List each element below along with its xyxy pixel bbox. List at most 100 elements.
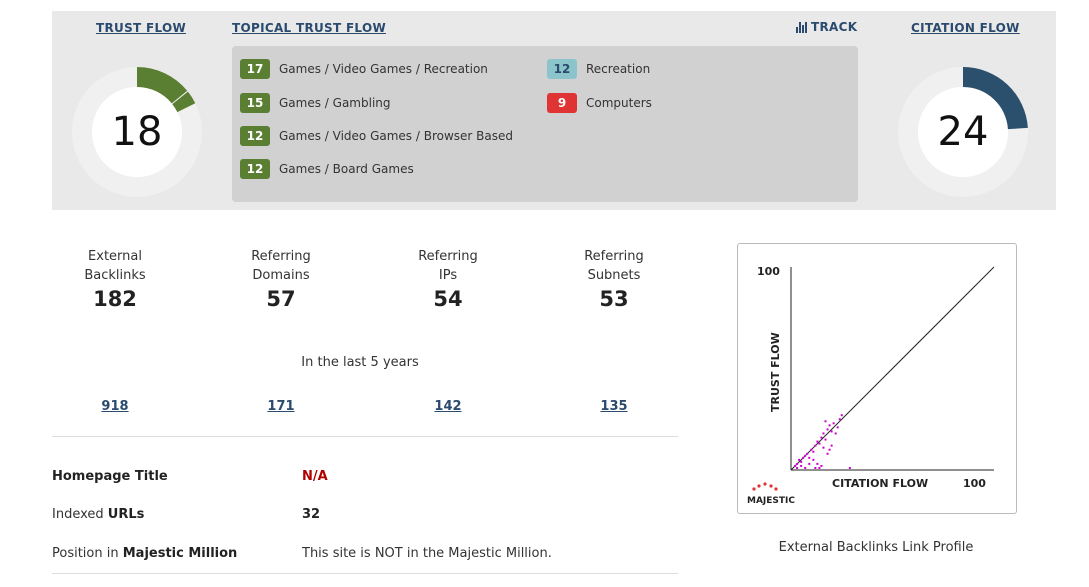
majestic-million-value: This site is NOT in the Majestic Million…	[302, 546, 552, 561]
homepage-title-value: N/A	[302, 469, 328, 484]
chart-caption: External Backlinks Link Profile	[778, 540, 974, 555]
scatter-point	[808, 456, 811, 459]
metric-value: 57	[266, 287, 296, 311]
metric-referring-subnets: Referring Subnets 53	[549, 247, 679, 311]
topic-item[interactable]: 12 Recreation	[547, 59, 650, 79]
topic-name: Games / Gambling	[279, 96, 391, 110]
citation-flow-heading[interactable]: CITATION FLOW	[911, 21, 1020, 35]
scatter-point	[802, 456, 805, 459]
y-axis-max-label: 100	[757, 265, 780, 278]
scatter-point	[848, 466, 851, 469]
topic-score-badge: 9	[547, 93, 577, 113]
historic-domains-link[interactable]: 171	[216, 399, 346, 414]
diagonal-line	[790, 266, 995, 471]
scatter-point	[830, 430, 833, 433]
scatter-point	[808, 462, 811, 465]
metric-value: 54	[433, 287, 463, 311]
scatter-point	[818, 442, 821, 445]
topic-item[interactable]: 12 Games / Video Games / Browser Based	[240, 126, 513, 146]
divider	[52, 436, 678, 437]
topic-item[interactable]: 17 Games / Video Games / Recreation	[240, 59, 488, 79]
scatter-point	[816, 462, 819, 465]
metric-value: 182	[93, 287, 137, 311]
trust-flow-gauge: 18	[71, 66, 203, 198]
scatter-point	[836, 426, 839, 429]
metric-label: Domains	[252, 268, 310, 283]
trust-flow-value: 18	[111, 109, 163, 155]
metric-label: Referring	[251, 249, 311, 264]
scatter-point	[828, 448, 831, 451]
scatter-point	[804, 454, 807, 457]
topic-name: Games / Board Games	[279, 162, 414, 176]
scatter-point	[812, 450, 815, 453]
scatter-point	[814, 466, 817, 469]
scatter-point	[810, 448, 813, 451]
metric-label: Referring	[418, 249, 478, 264]
scatter-point	[822, 432, 825, 435]
topic-score-badge: 12	[240, 126, 270, 146]
metric-referring-domains: Referring Domains 57	[216, 247, 346, 311]
scatter-point	[834, 432, 837, 435]
topic-item[interactable]: 12 Games / Board Games	[240, 159, 414, 179]
scatter-point	[824, 438, 827, 441]
historic-ips-link[interactable]: 142	[383, 399, 513, 414]
scatter-point	[804, 466, 807, 469]
topic-score-badge: 12	[547, 59, 577, 79]
topic-item[interactable]: 9 Computers	[547, 93, 652, 113]
majestic-million-label: Position in Majestic Million	[52, 546, 238, 561]
scatter-point	[826, 452, 829, 455]
topic-name: Computers	[586, 96, 652, 110]
historic-backlinks-link[interactable]: 918	[50, 399, 180, 414]
metric-label: IPs	[438, 268, 458, 283]
topic-name: Games / Video Games / Browser Based	[279, 129, 514, 143]
metric-label: External	[88, 249, 142, 264]
metric-referring-ips: Referring IPs 54	[383, 247, 513, 311]
metric-value: 53	[599, 287, 629, 311]
x-axis-title: CITATION FLOW	[832, 477, 928, 490]
indexed-urls-value: 32	[302, 507, 321, 522]
indexed-urls-label: Indexed URLs	[52, 507, 145, 522]
topic-name: Recreation	[586, 62, 651, 76]
scatter-point	[820, 464, 823, 467]
scatter-point	[796, 462, 799, 465]
metric-label: Subnets	[587, 268, 641, 283]
scatter-point	[800, 460, 803, 463]
scatter-point	[812, 458, 815, 461]
track-button[interactable]: TRACK	[796, 20, 857, 34]
scatter-point	[840, 414, 843, 417]
citation-flow-value: 24	[937, 109, 989, 155]
scatter-point	[832, 422, 835, 425]
divider	[52, 573, 678, 574]
scatter-point	[814, 444, 817, 447]
scatter-point	[818, 466, 821, 469]
historic-subnets-link[interactable]: 135	[549, 399, 679, 414]
scatter-point	[798, 458, 801, 461]
topic-score-badge: 17	[240, 59, 270, 79]
topic-score-badge: 12	[240, 159, 270, 179]
metric-external-backlinks: External Backlinks 182	[50, 247, 180, 311]
scatter-point	[820, 436, 823, 439]
majestic-brand-label: MAJESTIC	[747, 496, 795, 506]
bar-chart-icon	[796, 21, 807, 33]
trust-flow-heading[interactable]: TRUST FLOW	[96, 21, 186, 35]
scatter-point	[830, 444, 833, 447]
topic-item[interactable]: 15 Games / Gambling	[240, 93, 391, 113]
scatter-point	[794, 464, 797, 467]
scatter-point	[838, 418, 841, 421]
majestic-logo-icon: MAJESTIC	[747, 482, 795, 506]
metric-label: Referring	[584, 249, 644, 264]
x-axis-max-label: 100	[963, 477, 986, 490]
scatter-point	[796, 466, 799, 469]
link-profile-chart: 100 100 CITATION FLOW TRUST FLOW MAJESTI…	[737, 243, 1017, 514]
scatter-point	[800, 464, 803, 467]
topic-name: Games / Video Games / Recreation	[279, 62, 488, 76]
history-note: In the last 5 years	[301, 355, 419, 370]
y-axis-title: TRUST FLOW	[769, 332, 782, 412]
homepage-title-label: Homepage Title	[52, 469, 168, 484]
scatter-point	[826, 428, 829, 431]
track-label: TRACK	[811, 20, 858, 34]
metric-label: Backlinks	[84, 268, 146, 283]
scatter-point	[806, 452, 809, 455]
topical-trust-flow-heading[interactable]: TOPICAL TRUST FLOW	[232, 21, 386, 35]
scatter-point	[822, 446, 825, 449]
